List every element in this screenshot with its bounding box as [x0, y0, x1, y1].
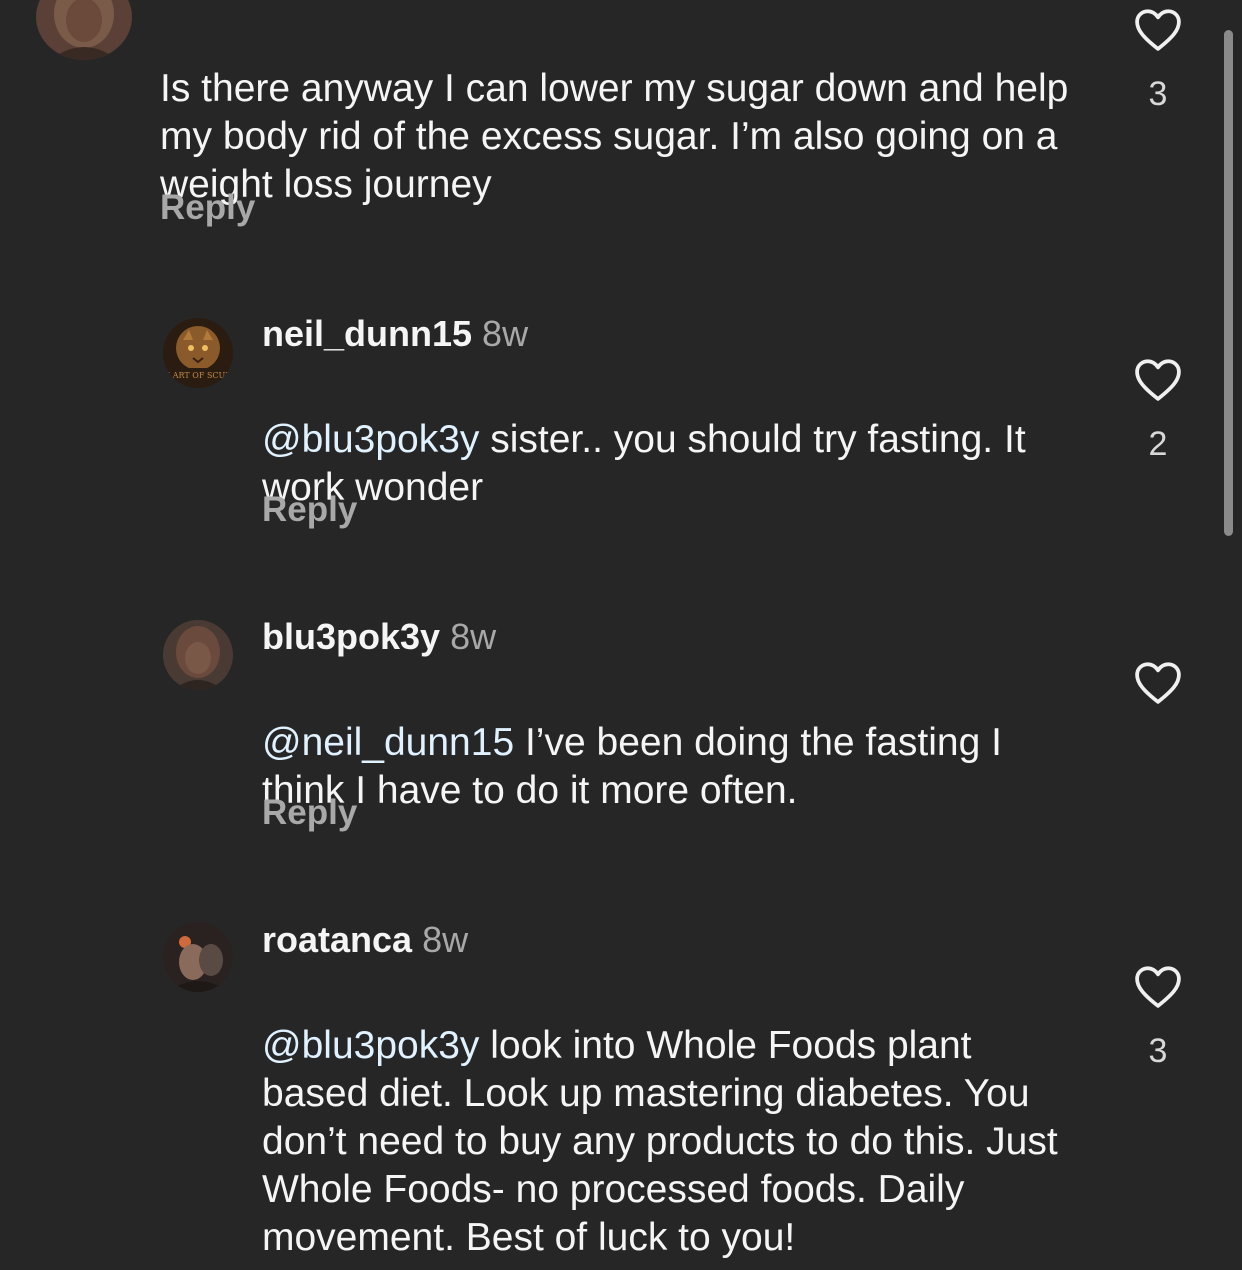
comment-text: @blu3pok3y sister.. you should try fasti… — [262, 418, 1026, 509]
like-button[interactable]: 3 — [1128, 6, 1188, 112]
timestamp: 8w — [450, 616, 497, 657]
comment-text: @blu3pok3y look into Whole Foods plant b… — [262, 1024, 1058, 1259]
username[interactable]: roatanca — [262, 919, 412, 960]
heart-outline-icon — [1135, 359, 1181, 401]
reply-button[interactable]: Reply — [160, 188, 255, 228]
timestamp: 8w — [422, 919, 469, 960]
reply-button[interactable]: Reply — [262, 793, 357, 833]
avatar[interactable] — [163, 922, 233, 992]
comment-header: neil_dunn15 8w — [262, 314, 528, 354]
like-count: 2 — [1148, 425, 1168, 463]
like-button[interactable]: 3 — [1128, 963, 1188, 1069]
like-button[interactable] — [1128, 659, 1188, 705]
comment-text: Is there anyway I can lower my sugar dow… — [160, 67, 1069, 206]
username[interactable]: neil_dunn15 — [262, 313, 472, 354]
comment-text: @neil_dunn15 I’ve been doing the fasting… — [262, 721, 1002, 812]
heart-outline-icon — [1135, 662, 1181, 704]
like-count: 3 — [1148, 75, 1168, 113]
like-count: 3 — [1148, 1032, 1168, 1070]
timestamp: 8w — [482, 313, 529, 354]
avatar[interactable] — [163, 620, 233, 690]
mention-link[interactable]: @blu3pok3y — [262, 418, 479, 461]
avatar[interactable] — [36, 0, 132, 60]
comment-header: blu3pok3y 8w — [262, 617, 496, 657]
svg-text:THE ART OF SCULTIS: THE ART OF SCULTIS — [163, 371, 233, 380]
mention-link[interactable]: @neil_dunn15 — [262, 721, 514, 764]
username[interactable]: blu3pok3y — [262, 616, 440, 657]
scrollbar[interactable] — [1224, 30, 1233, 536]
mention-link[interactable]: @blu3pok3y — [262, 1024, 479, 1067]
heart-outline-icon — [1135, 9, 1181, 51]
avatar[interactable]: THE ART OF SCULTIS — [163, 318, 233, 388]
like-button[interactable]: 2 — [1128, 356, 1188, 462]
comment-header: roatanca 8w — [262, 920, 468, 960]
heart-outline-icon — [1135, 966, 1181, 1008]
reply-button[interactable]: Reply — [262, 490, 357, 530]
